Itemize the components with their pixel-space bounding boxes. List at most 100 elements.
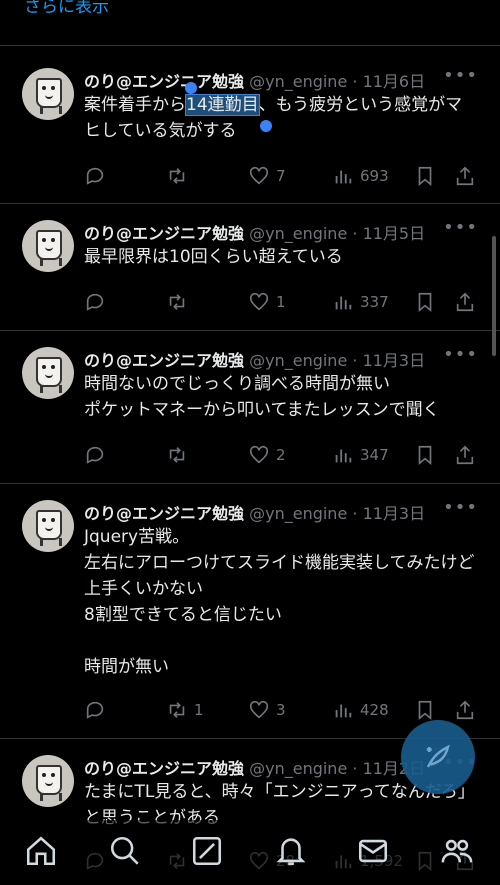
share-button[interactable] bbox=[454, 288, 476, 316]
heart-icon bbox=[249, 166, 269, 185]
retweet-button[interactable]: 1 bbox=[166, 696, 204, 724]
tab-grok[interactable] bbox=[190, 834, 226, 870]
display-name[interactable]: のり@エンジニア勉強 bbox=[84, 72, 244, 91]
show-more-link[interactable]: さらに表示 bbox=[24, 0, 109, 17]
like-count: 3 bbox=[276, 701, 286, 719]
display-name[interactable]: のり@エンジニア勉強 bbox=[84, 224, 244, 243]
more-dots-icon[interactable]: ••• bbox=[443, 497, 478, 518]
like-button[interactable]: 7 bbox=[248, 162, 286, 190]
reply-icon bbox=[86, 167, 104, 185]
timestamp[interactable]: 11月5日 bbox=[363, 224, 426, 243]
views-count: 693 bbox=[360, 167, 389, 185]
retweet-button[interactable] bbox=[166, 162, 194, 190]
handle[interactable]: @yn_engine bbox=[249, 759, 347, 778]
timestamp[interactable]: 11月3日 bbox=[363, 504, 426, 523]
handle[interactable]: @yn_engine bbox=[249, 504, 347, 523]
avatar[interactable] bbox=[22, 220, 74, 272]
views-icon bbox=[335, 296, 352, 310]
bookmark-icon bbox=[418, 445, 432, 466]
retweet-button[interactable] bbox=[166, 288, 194, 316]
like-count: 2 bbox=[276, 446, 286, 464]
share-button[interactable] bbox=[454, 696, 476, 724]
tab-search[interactable] bbox=[108, 834, 144, 870]
handle[interactable]: @yn_engine bbox=[249, 351, 347, 370]
reply-button[interactable] bbox=[84, 288, 112, 316]
grok-icon bbox=[192, 836, 222, 866]
notifications-icon bbox=[276, 838, 306, 866]
share-button[interactable] bbox=[454, 162, 476, 190]
retweet-count: 1 bbox=[194, 701, 204, 719]
share-icon bbox=[456, 445, 474, 465]
heart-icon bbox=[249, 292, 269, 311]
tweet-header: のり@エンジニア勉強 @yn_engine · 11月3日 bbox=[84, 504, 426, 523]
more-dots-icon[interactable]: ••• bbox=[443, 344, 478, 365]
heart-icon bbox=[249, 445, 269, 464]
like-button[interactable]: 1 bbox=[248, 288, 286, 316]
views-count: 428 bbox=[360, 701, 389, 719]
share-icon bbox=[456, 292, 474, 312]
avatar[interactable] bbox=[22, 347, 74, 399]
views-button[interactable]: 347 bbox=[332, 441, 389, 469]
retweet-icon bbox=[169, 447, 185, 463]
reply-icon bbox=[86, 446, 104, 464]
tweet-actions: 7 693 bbox=[84, 162, 484, 190]
tweet-text: 最早限界は10回くらい超えている bbox=[84, 247, 343, 267]
like-count: 7 bbox=[276, 167, 286, 185]
display-name[interactable]: のり@エンジニア勉強 bbox=[84, 759, 244, 778]
share-button[interactable] bbox=[454, 441, 476, 469]
heart-icon bbox=[249, 700, 269, 719]
views-icon bbox=[335, 170, 352, 184]
avatar[interactable] bbox=[22, 68, 74, 120]
like-button[interactable]: 2 bbox=[248, 441, 286, 469]
tweet-text: 時間ないのでじっくり調べる時間が無い ポケットマネーから叩いてまたレッスンで聞く bbox=[84, 374, 440, 420]
more-dots-icon[interactable]: ••• bbox=[443, 65, 478, 86]
views-count: 347 bbox=[360, 446, 389, 464]
retweet-button[interactable] bbox=[166, 441, 194, 469]
tweet-header: のり@エンジニア勉強 @yn_engine · 11月3日 bbox=[84, 351, 426, 370]
avatar[interactable] bbox=[22, 500, 74, 552]
selection-handle-end[interactable] bbox=[260, 120, 272, 132]
reply-button[interactable] bbox=[84, 162, 112, 190]
views-button[interactable]: 337 bbox=[332, 288, 389, 316]
tab-messages[interactable] bbox=[356, 834, 392, 870]
compose-button[interactable] bbox=[401, 720, 475, 794]
views-button[interactable]: 693 bbox=[332, 162, 389, 190]
avatar[interactable] bbox=[22, 755, 74, 807]
bookmark-icon bbox=[418, 700, 432, 721]
compose-icon bbox=[426, 744, 450, 768]
handle[interactable]: @yn_engine bbox=[249, 72, 347, 91]
home-icon bbox=[26, 836, 56, 866]
reply-button[interactable] bbox=[84, 441, 112, 469]
tab-communities[interactable] bbox=[440, 834, 476, 870]
views-button[interactable]: 428 bbox=[332, 696, 389, 724]
retweet-icon bbox=[169, 168, 185, 184]
bookmark-icon bbox=[418, 166, 432, 187]
messages-icon bbox=[358, 839, 388, 863]
handle[interactable]: @yn_engine bbox=[249, 224, 347, 243]
more-dots-icon[interactable]: ••• bbox=[443, 217, 478, 238]
text-selection[interactable]: 14連勤目 bbox=[185, 94, 260, 116]
retweet-icon bbox=[169, 294, 185, 310]
bookmark-button[interactable] bbox=[414, 441, 436, 469]
tab-home[interactable] bbox=[24, 834, 60, 870]
selection-handle-start[interactable] bbox=[185, 82, 197, 94]
tweet-header: のり@エンジニア勉強 @yn_engine · 11月6日 bbox=[84, 72, 426, 91]
tweet-header: のり@エンジニア勉強 @yn_engine · 11月5日 bbox=[84, 224, 426, 243]
bookmark-button[interactable] bbox=[414, 288, 436, 316]
search-icon bbox=[110, 836, 139, 865]
timestamp[interactable]: 11月6日 bbox=[363, 72, 426, 91]
reply-button[interactable] bbox=[84, 696, 112, 724]
tweet-actions: 1 337 bbox=[84, 288, 484, 316]
tab-notifications[interactable] bbox=[274, 834, 310, 870]
display-name[interactable]: のり@エンジニア勉強 bbox=[84, 504, 244, 523]
share-icon bbox=[456, 700, 474, 720]
divider bbox=[0, 483, 500, 484]
like-button[interactable]: 3 bbox=[248, 696, 286, 724]
tweet-actions: 1 3 428 bbox=[84, 696, 484, 724]
views-icon bbox=[335, 704, 352, 718]
timestamp[interactable]: 11月3日 bbox=[363, 351, 426, 370]
display-name[interactable]: のり@エンジニア勉強 bbox=[84, 351, 244, 370]
bookmark-icon bbox=[418, 292, 432, 313]
bookmark-button[interactable] bbox=[414, 162, 436, 190]
scrollbar[interactable] bbox=[492, 236, 496, 356]
